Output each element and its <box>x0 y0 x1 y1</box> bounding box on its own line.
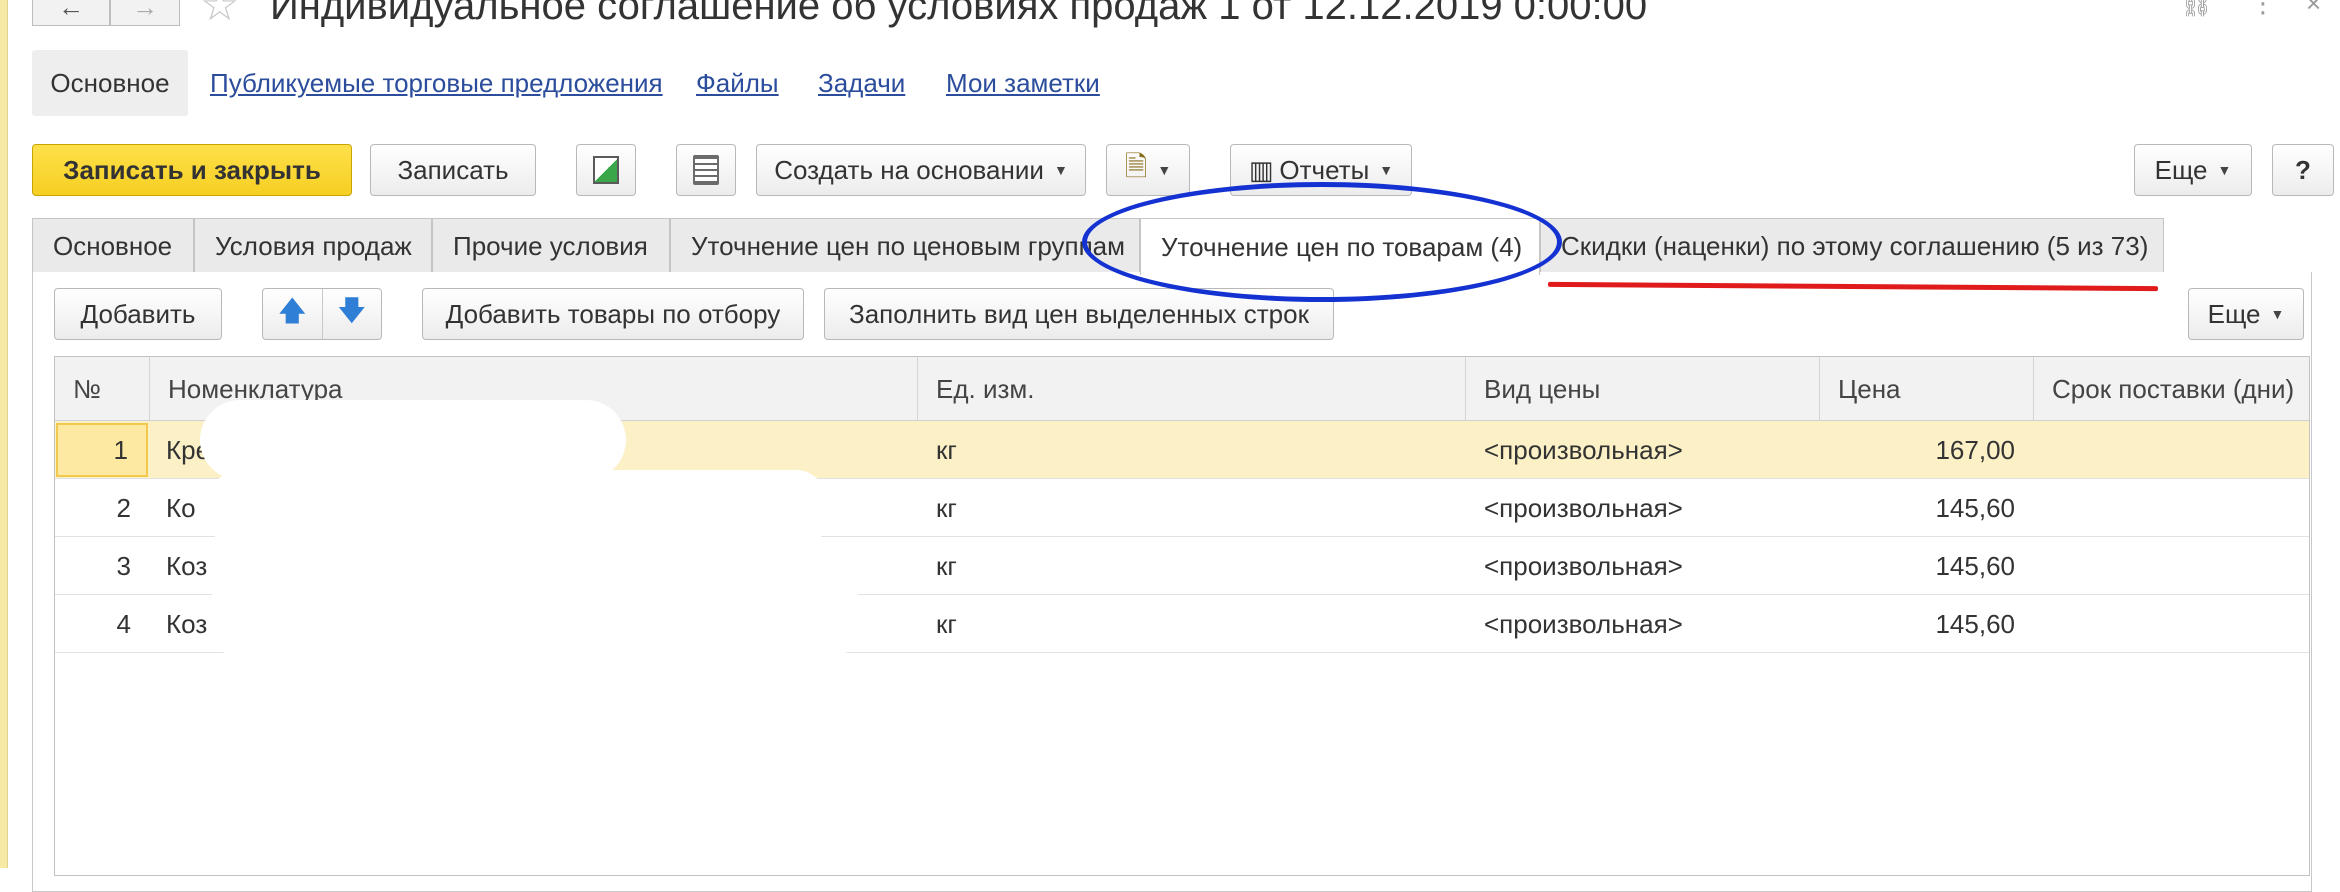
list-icon <box>693 155 719 185</box>
more-vertical-icon[interactable]: ⋮ <box>2250 0 2276 16</box>
arrow-down-icon: 🡇 <box>337 295 367 326</box>
row-price: 167,00 <box>1935 434 2015 465</box>
row-number: 4 <box>116 608 131 639</box>
row-number: 2 <box>116 492 131 523</box>
row-item: Коз <box>166 550 208 581</box>
favorite-star-icon[interactable]: ☆ <box>200 0 239 28</box>
list-button[interactable] <box>676 144 736 196</box>
annotation-ellipse <box>1082 182 1562 302</box>
tab-other-conditions[interactable]: Прочие условия <box>432 218 670 273</box>
related-documents-button[interactable]: 🗎 ▼ <box>1106 144 1190 196</box>
row-price-type: <произвольная> <box>1484 608 1683 639</box>
row-price: 145,60 <box>1935 550 2015 581</box>
tab-price-groups[interactable]: Уточнение цен по ценовым группам <box>670 218 1140 273</box>
row-price-type: <произвольная> <box>1484 434 1683 465</box>
row-item: Ко <box>166 492 196 523</box>
tab-discounts[interactable]: Скидки (наценки) по этому соглашению (5 … <box>1540 218 2164 273</box>
more-button[interactable]: Еще ▼ <box>2134 144 2252 196</box>
window-left-edge <box>0 0 8 868</box>
arrow-up-icon: 🡅 <box>277 295 307 326</box>
row-price: 145,60 <box>1935 608 2015 639</box>
forward-button[interactable]: → <box>110 0 180 26</box>
redaction-mask <box>212 540 858 656</box>
row-price-type: <произвольная> <box>1484 492 1683 523</box>
column-header-unit[interactable]: Ед. изм. <box>917 357 1465 421</box>
redaction-mask <box>200 400 626 480</box>
row-number: 1 <box>56 423 148 477</box>
section-link-notes[interactable]: Мои заметки <box>946 70 1100 96</box>
close-icon[interactable]: × <box>2306 0 2321 16</box>
chevron-down-icon: ▼ <box>1157 162 1172 178</box>
chevron-down-icon: ▼ <box>2270 306 2285 322</box>
row-price-type: <произвольная> <box>1484 550 1683 581</box>
chevron-down-icon: ▼ <box>1053 162 1068 178</box>
table-more-label: Еще <box>2207 298 2261 329</box>
reports-label: Отчеты <box>1279 154 1370 185</box>
column-header-price-type[interactable]: Вид цены <box>1465 357 1819 421</box>
column-header-price[interactable]: Цена <box>1819 357 2033 421</box>
back-button[interactable]: ← <box>32 0 110 26</box>
section-link-tasks[interactable]: Задачи <box>818 70 905 96</box>
column-header-delivery-term[interactable]: Срок поставки (дни) <box>2033 357 2309 421</box>
row-number: 3 <box>116 550 131 581</box>
tab-main[interactable]: Основное <box>32 218 194 273</box>
create-based-on-label: Создать на основании <box>774 154 1044 185</box>
row-unit: кг <box>936 608 957 639</box>
more-label: Еще <box>2154 154 2208 185</box>
add-products-by-filter-button[interactable]: Добавить товары по отбору <box>422 288 804 340</box>
create-based-on-button[interactable]: Создать на основании ▼ <box>756 144 1086 196</box>
arrow-right-icon: → <box>132 0 158 22</box>
chevron-down-icon: ▼ <box>1379 162 1394 178</box>
redaction-mask <box>210 470 826 550</box>
row-price: 145,60 <box>1935 492 2015 523</box>
document-clock-icon: 🗎 <box>1124 151 1148 182</box>
move-down-button[interactable]: 🡇 <box>323 289 382 339</box>
tab-sales-conditions[interactable]: Условия продаж <box>194 218 432 273</box>
window-title: Индивидуальное соглашение об условиях пр… <box>270 0 1648 28</box>
move-buttons: 🡅 🡇 <box>262 288 382 340</box>
row-item: Коз <box>166 608 208 639</box>
section-link-offers[interactable]: Публикуемые торговые предложения <box>210 70 663 96</box>
report-icon: ▥ <box>1248 154 1274 185</box>
link-icon[interactable]: ⛓ <box>2180 0 2213 16</box>
column-header-number[interactable]: № <box>55 357 149 421</box>
save-and-close-button[interactable]: Записать и закрыть <box>32 144 352 196</box>
row-unit: кг <box>936 550 957 581</box>
help-button[interactable]: ? <box>2272 144 2334 196</box>
arrow-left-icon: ← <box>58 0 84 22</box>
document-post-icon <box>593 156 619 184</box>
section-link-files[interactable]: Файлы <box>696 70 779 96</box>
save-button[interactable]: Записать <box>370 144 536 196</box>
table-more-button[interactable]: Еще ▼ <box>2188 288 2304 340</box>
row-unit: кг <box>936 434 957 465</box>
add-button[interactable]: Добавить <box>54 288 222 340</box>
post-document-button[interactable] <box>576 144 636 196</box>
row-unit: кг <box>936 492 957 523</box>
chevron-down-icon: ▼ <box>2217 162 2232 178</box>
section-main[interactable]: Основное <box>32 50 188 116</box>
move-up-button[interactable]: 🡅 <box>263 289 323 339</box>
